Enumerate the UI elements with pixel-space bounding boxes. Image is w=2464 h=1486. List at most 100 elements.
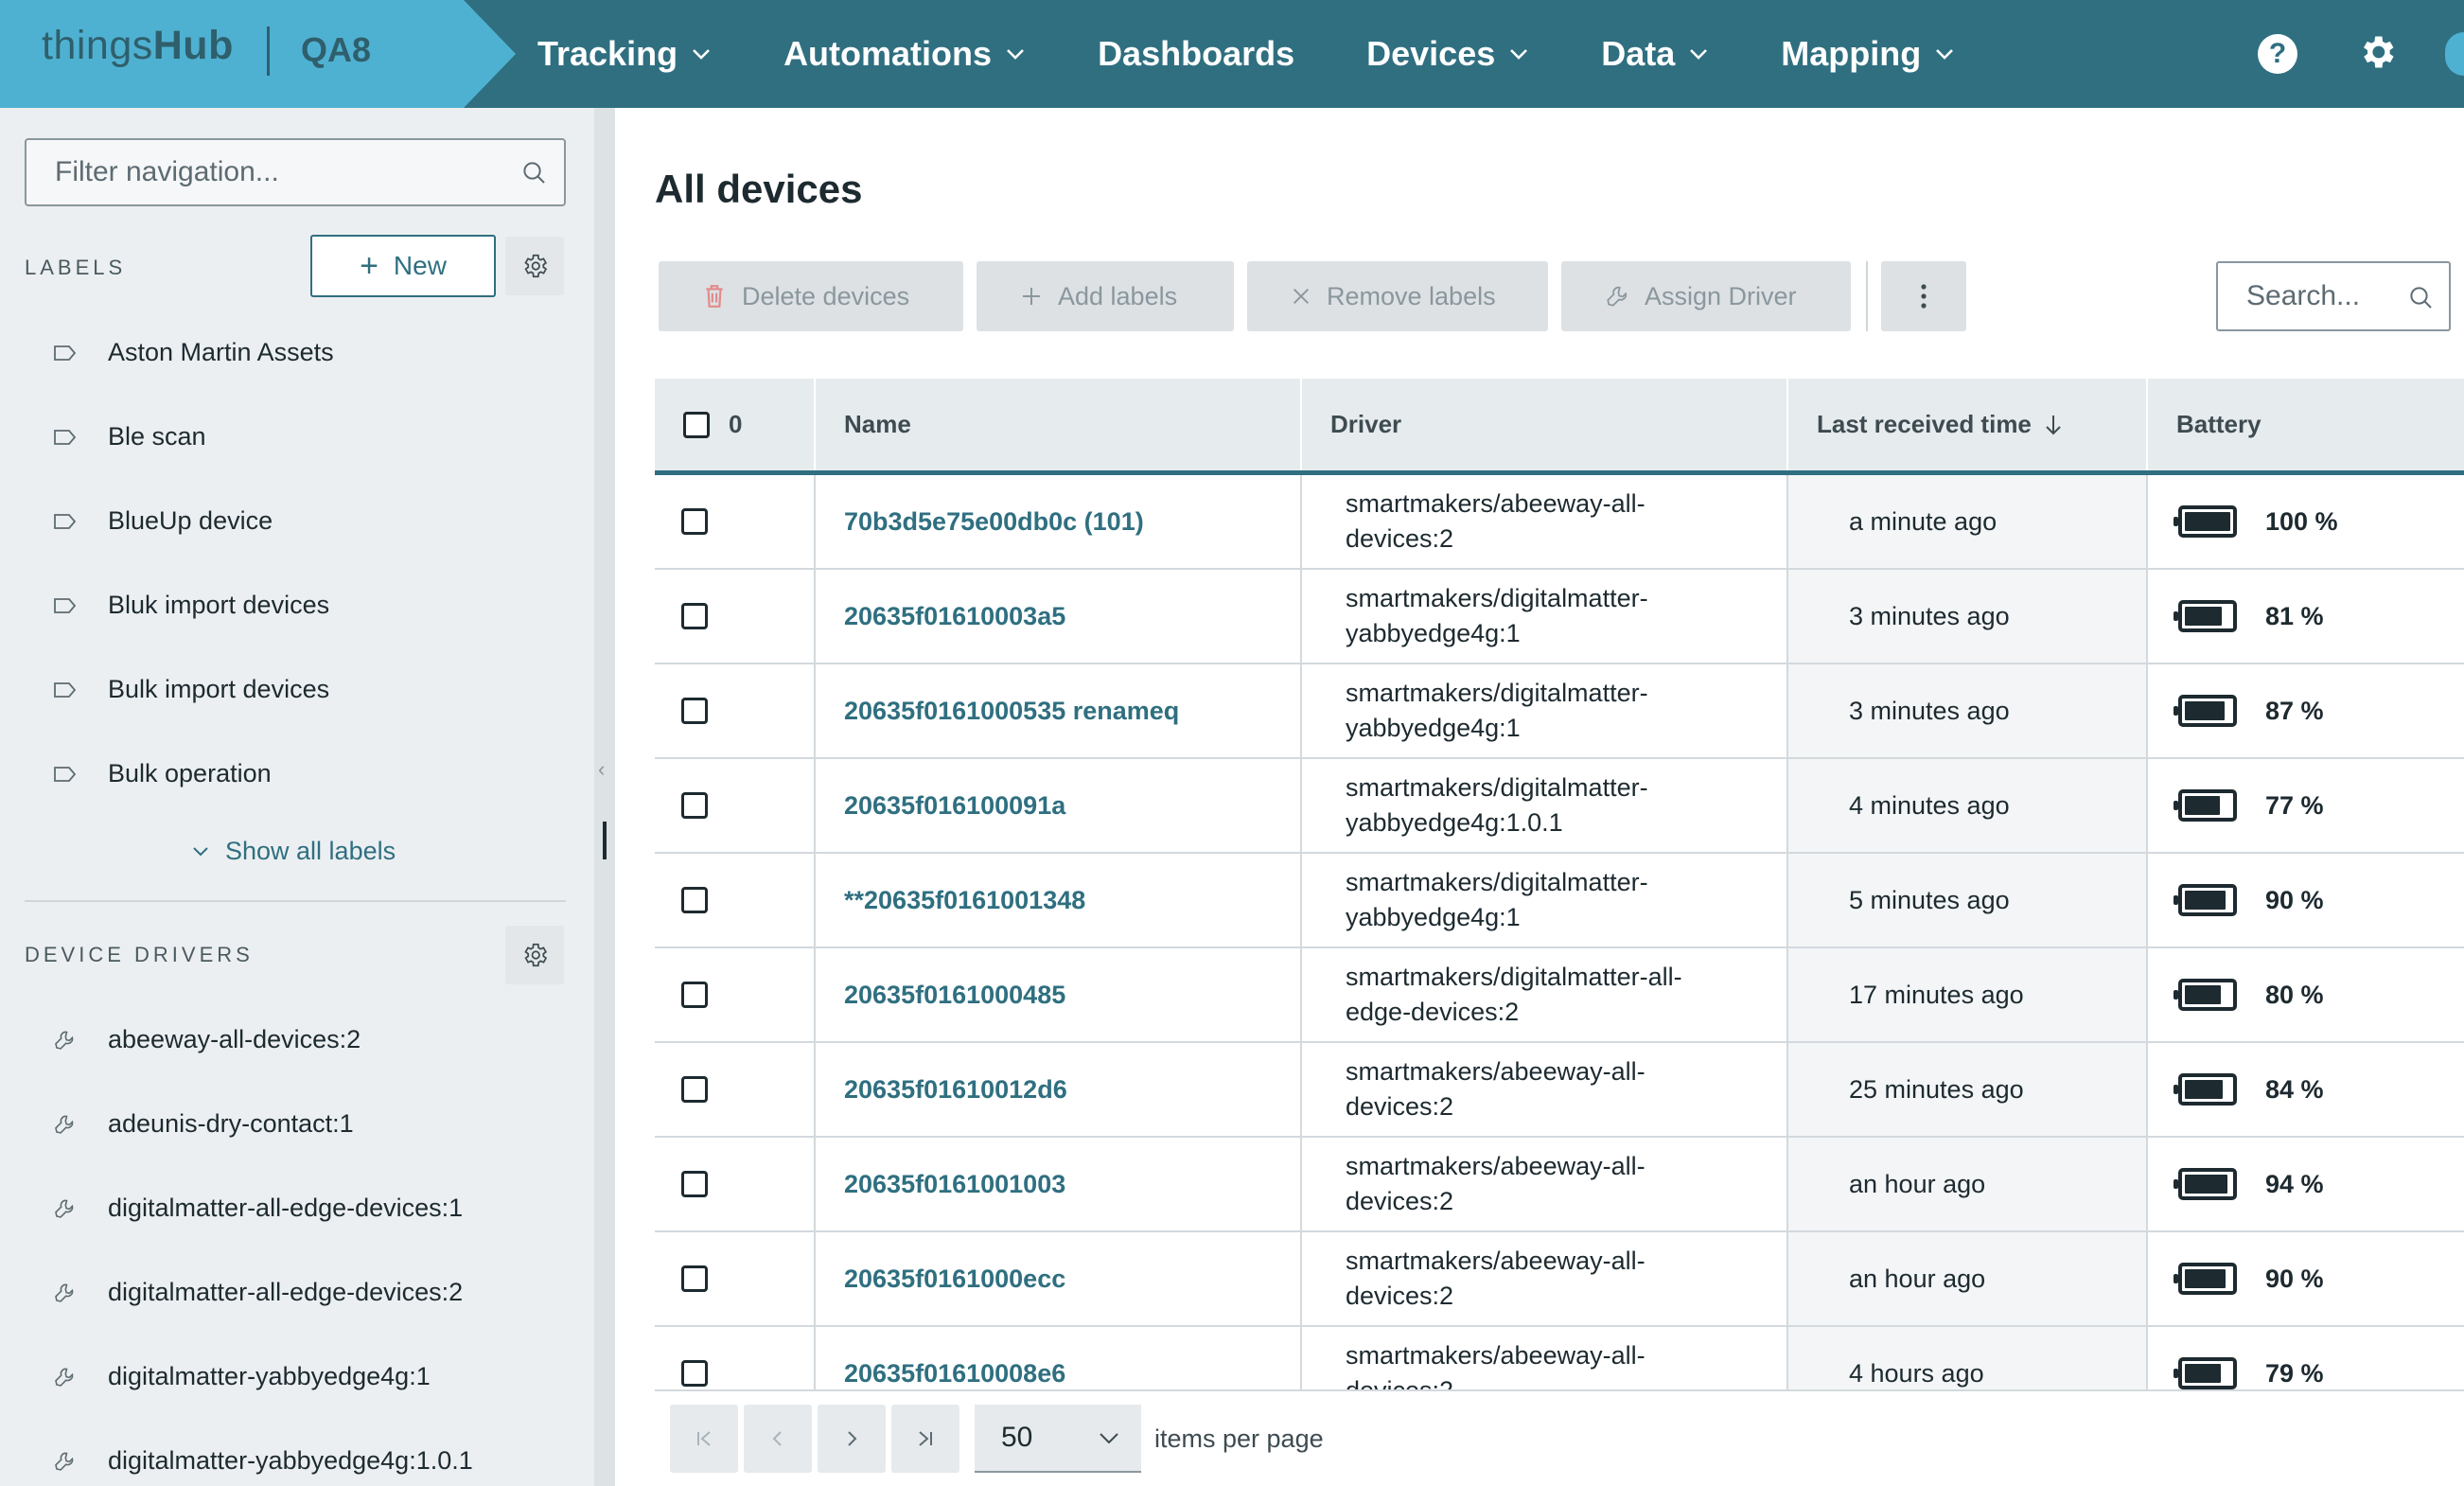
device-name-link[interactable]: 20635f0161000485 <box>816 948 1302 1041</box>
device-driver: smartmakers/abeeway-all- devices:2 <box>1302 1043 1788 1136</box>
select-all-checkbox[interactable] <box>683 411 710 438</box>
new-label-button[interactable]: + New <box>310 235 496 297</box>
first-page-button[interactable] <box>670 1405 738 1473</box>
row-checkbox[interactable] <box>681 982 708 1008</box>
column-header-name[interactable]: Name <box>816 379 1302 470</box>
brand-area: thingsHub QA8 <box>0 0 516 108</box>
settings-gear-icon[interactable] <box>2356 31 2398 78</box>
battery-icon <box>2174 884 2237 916</box>
row-checkbox[interactable] <box>681 603 708 629</box>
battery-value: 79 % <box>2265 1358 2324 1388</box>
column-header-driver[interactable]: Driver <box>1302 379 1788 470</box>
table-row[interactable]: 20635f01610003a5 smartmakers/digitalmatte… <box>655 570 2464 664</box>
delete-devices-button[interactable]: Delete devices <box>659 261 963 331</box>
nav-item-devices[interactable]: Devices <box>1366 34 1529 74</box>
app-logo[interactable]: thingsHub <box>42 23 234 69</box>
sidebar-driver-item[interactable]: digitalmatter-yabbyedge4g:1 <box>0 1335 594 1419</box>
sidebar-driver-item[interactable]: digitalmatter-all-edge-devices:2 <box>0 1250 594 1335</box>
device-name-link[interactable]: 20635f016100091a <box>816 759 1302 852</box>
device-name-link[interactable]: 20635f01610012d6 <box>816 1043 1302 1136</box>
sidebar-label-item[interactable]: Aston Martin Assets <box>0 310 594 395</box>
device-name-link[interactable]: 20635f0161000535 renameq <box>816 664 1302 757</box>
row-checkbox[interactable] <box>681 508 708 535</box>
row-checkbox[interactable] <box>681 1265 708 1292</box>
column-header-battery[interactable]: Battery <box>2148 379 2464 470</box>
row-checkbox[interactable] <box>681 1076 708 1103</box>
sidebar-driver-item[interactable]: abeeway-all-devices:2 <box>0 998 594 1082</box>
sidebar-label-item[interactable]: Bulk import devices <box>0 647 594 732</box>
row-checkbox[interactable] <box>681 1171 708 1197</box>
chevron-down-icon <box>1510 49 1528 60</box>
device-name-link[interactable]: 20635f01610003a5 <box>816 570 1302 663</box>
battery-icon <box>2174 1357 2237 1389</box>
sidebar-label-item[interactable]: Bulk operation <box>0 732 594 816</box>
device-name-link[interactable]: 20635f0161001003 <box>816 1138 1302 1230</box>
filter-navigation-field[interactable] <box>25 138 566 206</box>
table-row[interactable]: 20635f0161000485 smartmakers/digitalmatte… <box>655 948 2464 1043</box>
nav-item-automations[interactable]: Automations <box>783 34 1026 74</box>
device-name-link[interactable]: 20635f0161000ecc <box>816 1232 1302 1325</box>
label-tag-icon <box>53 512 108 531</box>
device-drivers-section-title: DEVICE DRIVERS <box>25 943 254 966</box>
row-checkbox[interactable] <box>681 887 708 913</box>
device-driver: smartmakers/digitalmatter- yabbyedge4g:1 <box>1302 570 1788 663</box>
row-checkbox[interactable] <box>681 698 708 724</box>
device-search-field[interactable] <box>2216 261 2451 331</box>
battery-icon <box>2174 789 2237 822</box>
table-row[interactable]: **20635f0161001348 smartmakers/digitalmat… <box>655 854 2464 948</box>
assign-driver-button[interactable]: Assign Driver <box>1561 261 1851 331</box>
items-per-page-select[interactable]: 50 <box>975 1405 1141 1473</box>
nav-item-dashboards[interactable]: Dashboards <box>1098 34 1294 74</box>
collapse-sidebar-icon[interactable]: ‹ <box>598 757 605 782</box>
label-tag-icon <box>53 428 108 447</box>
column-header-last-received-time[interactable]: Last received time <box>1788 379 2148 470</box>
table-row[interactable]: 20635f0161001003 smartmakers/abeeway-all-… <box>655 1138 2464 1232</box>
device-name-link[interactable]: **20635f0161001348 <box>816 854 1302 946</box>
table-row[interactable]: 70b3d5e75e00db0c (101) smartmakers/abeewa… <box>655 475 2464 570</box>
table-row[interactable]: 20635f0161000535 renameq smartmakers/digi… <box>655 664 2464 759</box>
sidebar-driver-item[interactable]: digitalmatter-yabbyedge4g:1.0.1 <box>0 1419 594 1486</box>
device-driver: smartmakers/digitalmatter- yabbyedge4g:1 <box>1302 664 1788 757</box>
sidebar-label-item[interactable]: Bluk import devices <box>0 563 594 647</box>
table-row[interactable]: 20635f0161000ecc smartmakers/abeeway-all-… <box>655 1232 2464 1327</box>
user-avatar[interactable] <box>2445 32 2464 76</box>
row-checkbox[interactable] <box>681 792 708 819</box>
show-all-labels-link[interactable]: Show all labels <box>189 837 396 866</box>
previous-page-button[interactable] <box>744 1405 812 1473</box>
label-tag-icon <box>53 344 108 363</box>
sidebar-scrollbar[interactable] <box>594 108 615 1486</box>
table-row[interactable]: 20635f016100091a smartmakers/digitalmatte… <box>655 759 2464 854</box>
add-labels-button[interactable]: Add labels <box>977 261 1234 331</box>
nav-item-data[interactable]: Data <box>1601 34 1709 74</box>
device-search-input[interactable] <box>2246 280 2407 312</box>
remove-labels-button[interactable]: Remove labels <box>1247 261 1548 331</box>
drivers-settings-gear-icon[interactable] <box>505 926 564 984</box>
sidebar-resize-handle[interactable] <box>603 822 607 859</box>
chevron-down-icon <box>1100 1433 1118 1444</box>
more-actions-button[interactable] <box>1881 261 1966 331</box>
filter-navigation-input[interactable] <box>55 156 500 188</box>
nav-item-tracking[interactable]: Tracking <box>537 34 712 74</box>
row-checkbox[interactable] <box>681 1360 708 1387</box>
last-received-time: 5 minutes ago <box>1788 854 2148 946</box>
sidebar-label-item[interactable]: BlueUp device <box>0 479 594 563</box>
labels-settings-gear-icon[interactable] <box>505 237 564 295</box>
sidebar-driver-item[interactable]: digitalmatter-all-edge-devices:1 <box>0 1166 594 1250</box>
battery-level-fill <box>2185 796 2220 815</box>
row-select-cell <box>655 759 816 852</box>
last-received-time: 3 minutes ago <box>1788 570 2148 663</box>
device-name-link[interactable]: 70b3d5e75e00db0c (101) <box>816 475 1302 568</box>
last-page-button[interactable] <box>891 1405 959 1473</box>
help-icon[interactable]: ? <box>2258 34 2297 74</box>
sidebar-driver-item[interactable]: adeunis-dry-contact:1 <box>0 1082 594 1166</box>
nav-item-mapping[interactable]: Mapping <box>1781 34 1955 74</box>
sidebar-label-item[interactable]: Ble scan <box>0 395 594 479</box>
sort-descending-icon <box>2046 415 2061 434</box>
chevron-down-icon <box>693 49 710 60</box>
device-drivers-list: abeeway-all-devices:2 adeunis-dry-contact… <box>0 998 594 1486</box>
battery-cell: 94 % <box>2148 1138 2464 1230</box>
battery-icon <box>2174 1168 2237 1200</box>
next-page-button[interactable] <box>818 1405 886 1473</box>
table-row[interactable]: 20635f01610012d6 smartmakers/abeeway-all-… <box>655 1043 2464 1138</box>
pagination: 50 items per page <box>655 1389 2464 1486</box>
